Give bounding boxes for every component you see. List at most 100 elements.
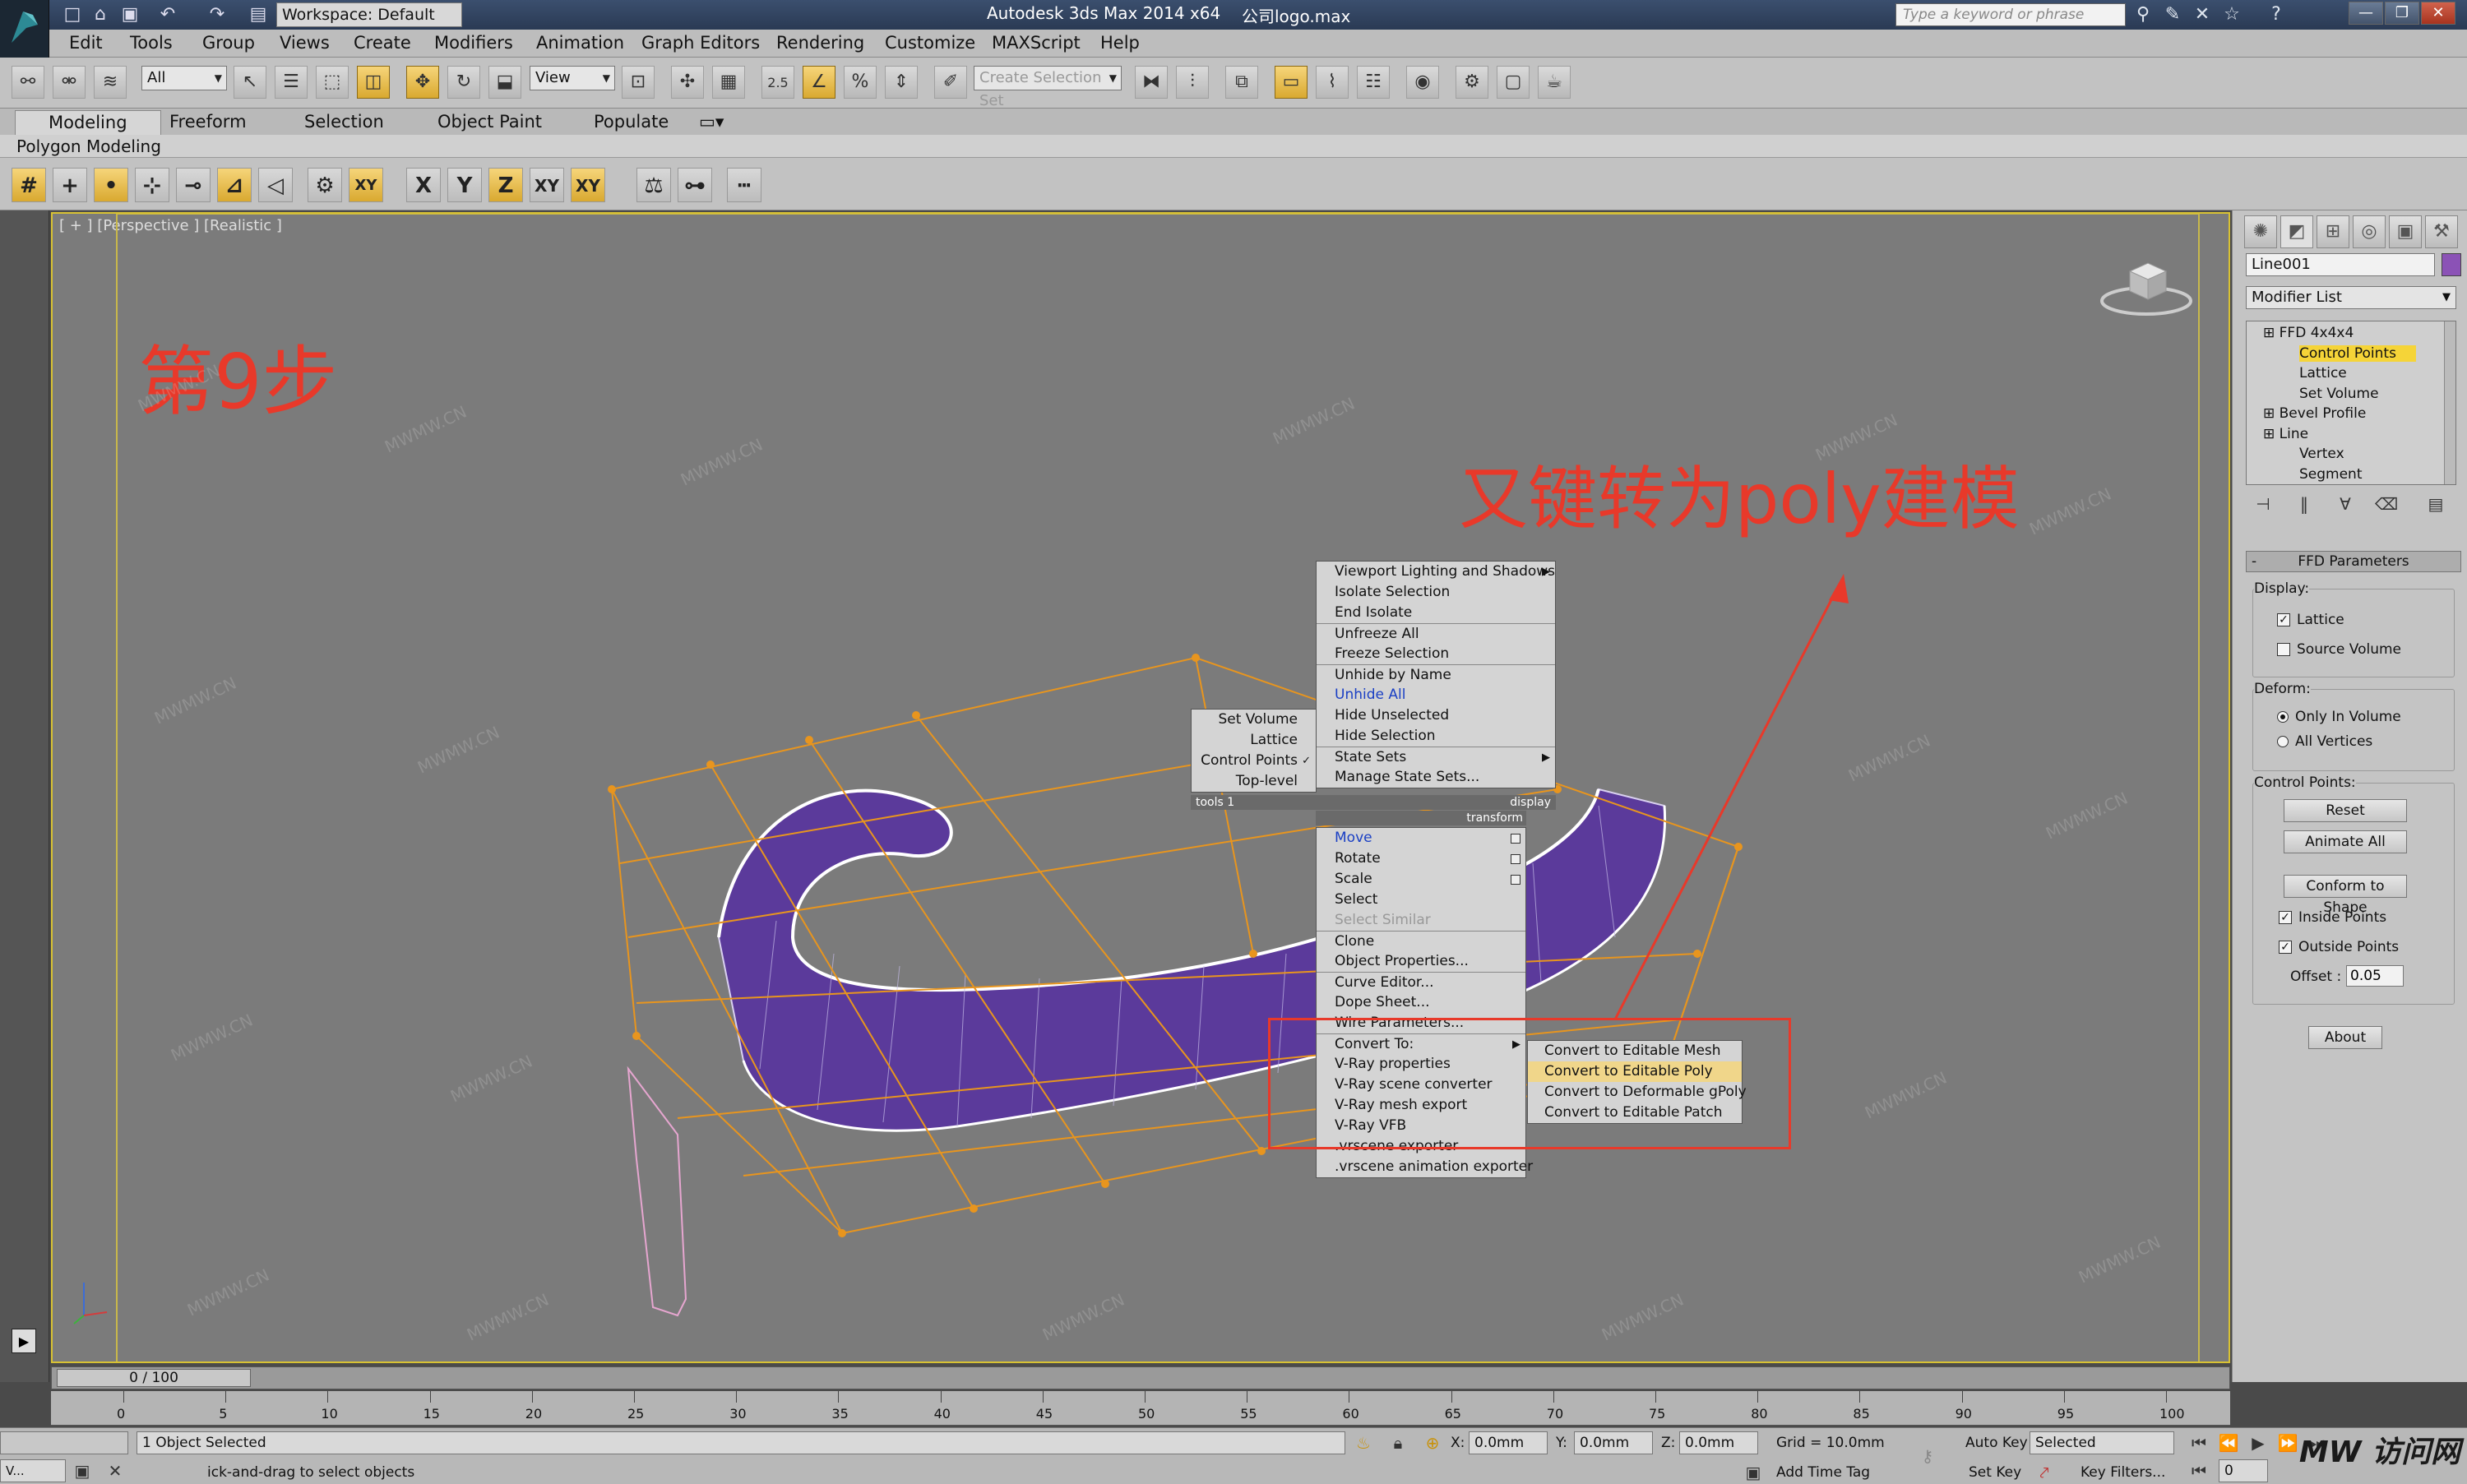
quad-menu-item[interactable]: Rotate [1317, 848, 1525, 869]
quad-menu-item[interactable]: Scale [1317, 869, 1525, 890]
face-snap-icon[interactable]: ⊸ [176, 168, 211, 202]
make-unique-icon[interactable]: ∀ [2333, 492, 2358, 516]
current-frame-input[interactable]: 0 [2219, 1459, 2268, 1482]
maxscript-listener[interactable] [0, 1431, 128, 1454]
stack-item[interactable]: Segment [2299, 466, 2363, 483]
menu-create[interactable]: Create [354, 33, 411, 53]
object-name-input[interactable]: Line001 [2246, 253, 2435, 276]
vertex-snap-icon[interactable]: + [53, 168, 87, 202]
quad-menu-item[interactable]: Curve Editor... [1317, 972, 1525, 992]
rectangular-selection-icon[interactable]: ⬚ [316, 66, 349, 99]
menu-customize[interactable]: Customize [885, 33, 975, 53]
taskbar-item[interactable]: V... [0, 1459, 66, 1482]
app-logo[interactable] [0, 0, 49, 58]
pivot-center-icon[interactable]: ⊡ [622, 66, 655, 99]
select-by-name-icon[interactable]: ☰ [275, 66, 308, 99]
mirror-icon[interactable]: ⧓ [1135, 66, 1168, 99]
create-tab-icon[interactable]: ✺ [2244, 215, 2277, 248]
axis-constraint-xy-icon[interactable]: XY [349, 168, 383, 202]
selection-filter-dropdown[interactable]: All [141, 66, 227, 90]
modifier-list-dropdown[interactable]: Modifier List [2246, 286, 2456, 309]
axis-y-button[interactable]: Y [447, 168, 482, 202]
taskbar-window-icon[interactable]: ▣ [71, 1459, 94, 1482]
stack-item[interactable]: ⊞ FFD 4x4x4 [2263, 325, 2354, 341]
quad-menu-item[interactable]: Viewport Lighting and Shadows ▶ [1317, 562, 1555, 582]
angle-snap-icon[interactable]: ∠ [803, 66, 835, 99]
stack-item[interactable]: Control Points [2299, 344, 2416, 362]
inside-points-checkbox[interactable]: ✓ Inside Points [2279, 909, 2386, 926]
window-crossing-icon[interactable]: ◫ [357, 66, 390, 99]
select-and-move-icon[interactable]: ✥ [406, 66, 439, 99]
ribbon-panel-label[interactable]: Polygon Modeling [0, 135, 2467, 158]
layer-manager-icon[interactable]: ⧉ [1225, 66, 1258, 99]
axis-xy-button[interactable]: XY [530, 168, 564, 202]
reference-coord-dropdown[interactable]: View [530, 66, 615, 90]
quad-menu-item[interactable]: State Sets ▶ [1317, 747, 1555, 767]
select-manipulate-icon[interactable]: ✣ [671, 66, 704, 99]
x-coord-input[interactable]: 0.0mm [1469, 1431, 1548, 1454]
select-and-rotate-icon[interactable]: ↻ [447, 66, 480, 99]
modifier-stack[interactable]: ⊞ FFD 4x4x4 Control Points Lattice Set Volu… [2246, 321, 2456, 485]
reset-button[interactable]: Reset [2284, 799, 2407, 822]
quad-menu-item[interactable]: Unfreeze All [1317, 623, 1555, 644]
tab-object-paint[interactable]: Object Paint [437, 112, 542, 132]
ribbon-options-icon[interactable]: ▭▾ [699, 112, 724, 132]
source-volume-checkbox[interactable]: Source Volume [2277, 641, 2401, 658]
all-vertices-radio[interactable]: All Vertices [2277, 733, 2372, 750]
communication-icon[interactable]: ✕ [2191, 3, 2214, 26]
ffd-parameters-rollout[interactable]: - FFD Parameters [2246, 551, 2461, 572]
stack-item[interactable]: Lattice [2299, 365, 2347, 381]
quad-menu-item[interactable]: Top-level [1192, 771, 1316, 792]
snap-options-icon[interactable]: ⚙ [308, 168, 342, 202]
settings-box-icon[interactable] [1511, 875, 1520, 885]
help-icon[interactable]: ? [2265, 3, 2288, 26]
outside-points-checkbox[interactable]: ✓ Outside Points [2279, 939, 2399, 955]
minimize-button[interactable]: — [2349, 2, 2383, 25]
material-editor-icon[interactable]: ◉ [1406, 66, 1439, 99]
perpendicular-snap-icon[interactable]: ⊿ [217, 168, 252, 202]
menu-animation[interactable]: Animation [536, 33, 624, 53]
ruler-icon[interactable]: ┅ [727, 168, 761, 202]
quad-menu-item[interactable]: Control Points ✓ [1192, 751, 1316, 771]
display-tab-icon[interactable]: ▣ [2389, 215, 2422, 248]
quad-menu-item[interactable]: Object Properties... [1317, 951, 1525, 972]
quad-menu-item[interactable]: End Isolate [1317, 603, 1555, 623]
offset-input[interactable]: 0.05 [2346, 965, 2404, 987]
stack-item[interactable]: ⊞ Line [2263, 426, 2308, 442]
selection-lock-icon[interactable]: 🔒︎ [1386, 1431, 1409, 1454]
object-color-swatch[interactable] [2442, 253, 2461, 276]
redo-icon[interactable]: ↷ [206, 3, 229, 26]
modify-tab-icon[interactable]: ◩ [2280, 215, 2313, 248]
rendered-frame-window-icon[interactable]: ▢ [1497, 66, 1530, 99]
set-keys-icon[interactable]: ⤤ [2033, 1461, 2056, 1484]
select-object-icon[interactable]: ↖ [234, 66, 266, 99]
z-coord-input[interactable]: 0.0mm [1679, 1431, 1758, 1454]
snaps-toggle-icon[interactable]: 2.5 [761, 66, 794, 99]
tangent-snap-icon[interactable]: ◁ [258, 168, 293, 202]
pin-stack-icon[interactable]: ⊣ [2251, 492, 2275, 516]
link-icon[interactable]: ⚯ [12, 66, 44, 99]
set-key-button[interactable]: Set Key [1969, 1464, 2021, 1481]
add-time-tag[interactable]: Add Time Tag [1776, 1464, 1870, 1481]
tab-freeform[interactable]: Freeform [169, 112, 247, 132]
quad-menu-item[interactable]: Lattice [1192, 730, 1316, 751]
quad-menu-item[interactable]: Manage State Sets... [1317, 767, 1555, 788]
select-and-scale-icon[interactable]: ⬓ [488, 66, 521, 99]
axis-xy-cycle-button[interactable]: XY [571, 168, 605, 202]
menu-modifiers[interactable]: Modifiers [434, 33, 513, 53]
keyboard-shortcut-override-icon[interactable]: ▦ [712, 66, 745, 99]
isolate-selection-icon[interactable]: ♨ [1352, 1431, 1375, 1454]
absolute-mode-icon[interactable]: ⊕ [1421, 1431, 1444, 1454]
viewcube-icon[interactable] [2097, 247, 2196, 321]
next-frame-icon[interactable]: ⏩ [2276, 1431, 2299, 1454]
axis-x-button[interactable]: X [406, 168, 441, 202]
configure-modifier-sets-icon[interactable]: ▤ [2423, 492, 2448, 516]
animate-all-button[interactable]: Animate All [2284, 830, 2407, 853]
previous-frame-icon[interactable]: ⏪ [2217, 1431, 2240, 1454]
render-production-icon[interactable]: ☕ [1538, 66, 1571, 99]
stack-item[interactable]: ⊞ Bevel Profile [2263, 405, 2366, 422]
menu-group[interactable]: Group [202, 33, 255, 53]
project-folder-icon[interactable]: ▤ [247, 3, 270, 26]
close-button[interactable]: ✕ [2421, 2, 2455, 25]
settings-box-icon[interactable] [1511, 834, 1520, 844]
